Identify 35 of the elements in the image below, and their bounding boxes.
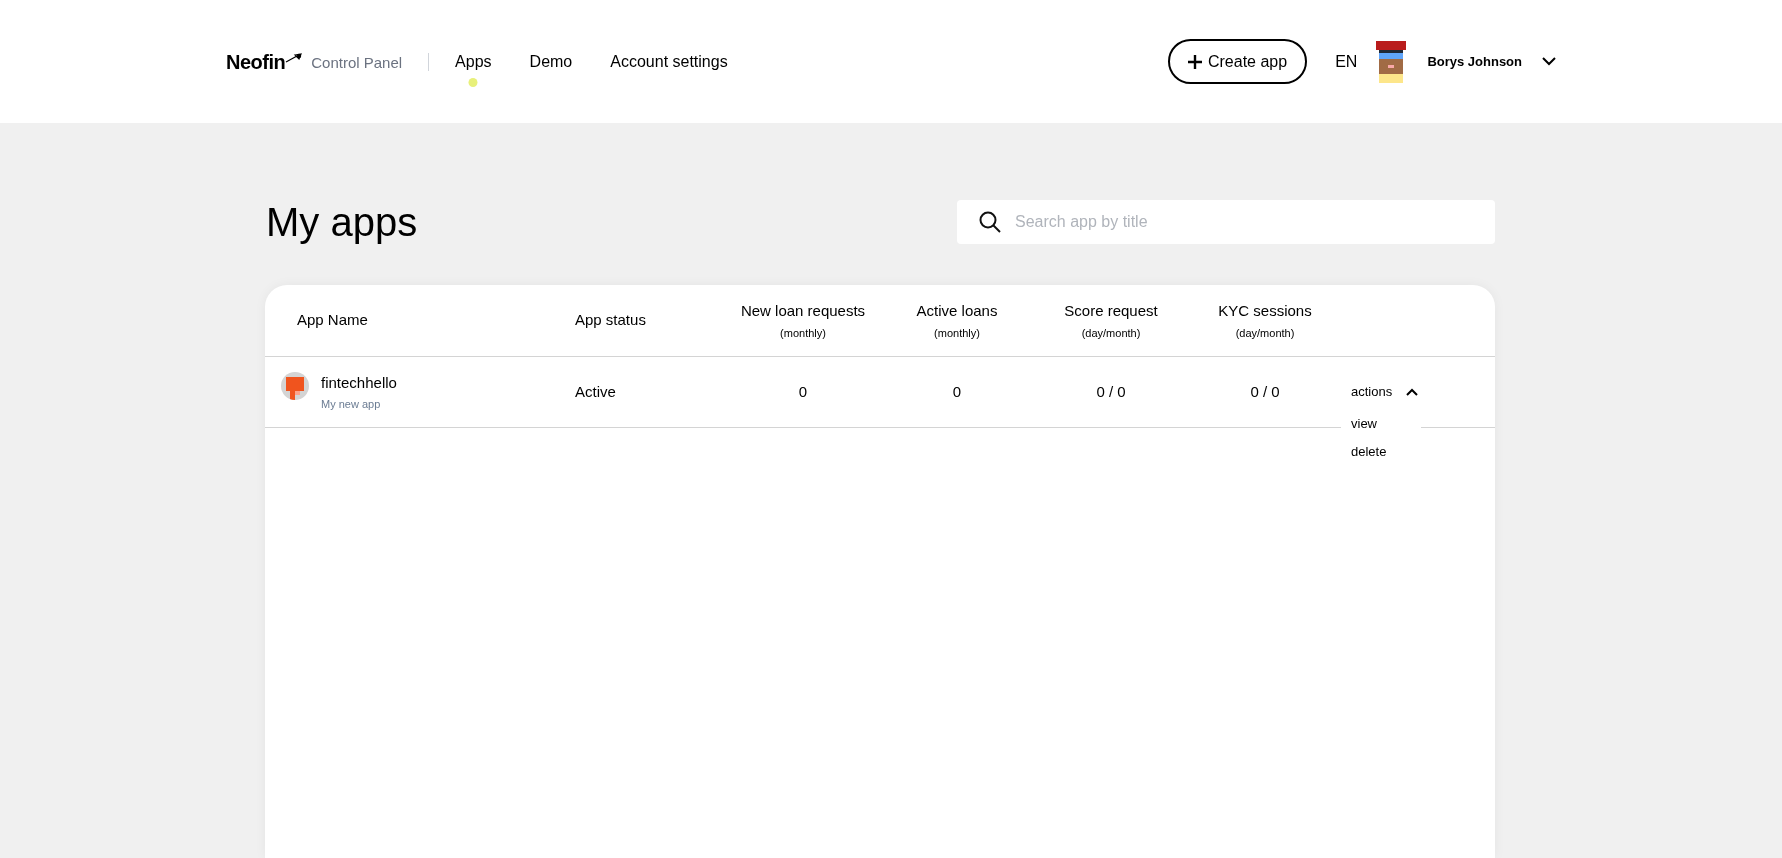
user-name[interactable]: Borys Johnson <box>1427 51 1522 72</box>
chevron-up-icon <box>1406 388 1419 396</box>
column-header: New loan requests <box>739 301 867 321</box>
chevron-down-icon[interactable] <box>1542 57 1556 66</box>
table-cell: 0 / 0 <box>1096 383 1126 400</box>
language-selector[interactable]: EN <box>1335 49 1358 74</box>
column-header: App status <box>575 310 647 331</box>
table-cell: 0 <box>952 383 962 400</box>
logo[interactable]: Neofin <box>226 46 286 77</box>
actions-dropdown[interactable]: actions <box>1351 382 1419 402</box>
column-header: KYC sessions <box>1217 301 1313 321</box>
nav-tab[interactable]: Apps <box>455 49 492 74</box>
search-icon <box>979 211 1001 233</box>
app-avatar-icon <box>281 371 309 400</box>
page-title: My apps <box>266 199 418 246</box>
app-description: My new app <box>321 397 382 412</box>
nav-tab[interactable]: Account settings <box>610 49 728 74</box>
search-field[interactable]: Search app by title <box>957 200 1495 244</box>
column-subheader: (monthly) <box>779 325 827 341</box>
column-subheader: (monthly) <box>933 325 981 341</box>
menu-item[interactable]: view <box>1351 414 1411 434</box>
app-name[interactable]: fintechhello <box>321 371 397 394</box>
nav-tab[interactable]: Demo <box>529 49 573 74</box>
app-status: Active <box>575 383 616 400</box>
table-cell: 0 / 0 <box>1250 383 1280 400</box>
plus-icon <box>1187 54 1202 69</box>
column-subheader: (day/month) <box>1080 325 1142 341</box>
column-subheader: (day/month) <box>1234 325 1296 341</box>
table-cell: 0 <box>798 383 808 400</box>
menu-item[interactable]: delete <box>1351 441 1411 462</box>
column-header: Score request <box>1063 301 1159 321</box>
logo-subtitle: Control Panel <box>311 53 403 74</box>
create-app-button[interactable]: Create app <box>1167 39 1308 84</box>
column-header: App Name <box>297 310 369 331</box>
column-header: Active loans <box>915 301 999 321</box>
